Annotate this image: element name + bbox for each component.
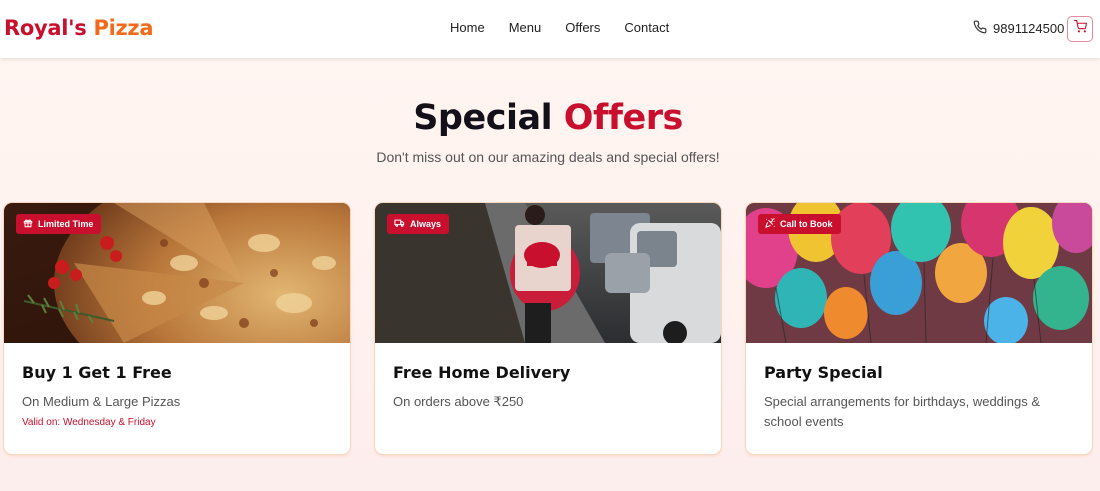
page-title: Special Offers [0, 98, 1096, 138]
offer-title: Buy 1 Get 1 Free [22, 363, 172, 382]
phone-icon [973, 20, 987, 37]
badge-always: Always [387, 214, 450, 234]
offer-description: On Medium & Large Pizzas [22, 394, 181, 409]
title-main: Special [413, 98, 553, 138]
badge-limited-time: Limited Time [16, 214, 102, 234]
offer-title: Party Special [764, 363, 883, 382]
site-header: Royal's Pizza Home Menu Offers Contact 9… [0, 0, 1100, 58]
brand-name-part1: Royal's [4, 16, 87, 40]
cart-button[interactable] [1067, 16, 1093, 42]
party-popper-icon [765, 218, 775, 230]
offer-description: On orders above ₹250 [393, 394, 524, 409]
offer-description: Special arrangements for birthdays, wedd… [764, 394, 1041, 429]
nav-item-contact[interactable]: Contact [624, 20, 669, 35]
gift-icon [23, 218, 33, 230]
badge-label: Limited Time [38, 219, 94, 229]
brand-logo[interactable]: Royal's Pizza [4, 16, 154, 40]
truck-icon [394, 218, 405, 230]
brand-name-part2: Pizza [93, 16, 154, 40]
phone-number: 9891124500 [993, 21, 1065, 36]
page-subtitle: Don't miss out on our amazing deals and … [376, 149, 720, 165]
offer-title: Free Home Delivery [393, 363, 571, 382]
phone-link[interactable]: 9891124500 [973, 20, 1064, 37]
offer-validity: Valid on: Wednesday & Friday [22, 417, 156, 428]
nav-item-menu[interactable]: Menu [509, 20, 542, 35]
cart-icon [1073, 20, 1087, 38]
badge-label: Always [410, 219, 442, 229]
title-accent: Offers [563, 98, 684, 138]
nav-item-home[interactable]: Home [450, 20, 485, 35]
offer-card-delivery[interactable]: Always Free Home Delivery On orders abov… [375, 203, 721, 454]
offer-card-party[interactable]: Call to Book Party Special Special arran… [746, 203, 1092, 454]
badge-call-to-book: Call to Book [758, 214, 841, 234]
main-nav: Home Menu Offers Contact [450, 20, 669, 35]
offer-card-bogo[interactable]: Limited Time Buy 1 Get 1 Free On Medium … [4, 203, 350, 454]
nav-item-offers[interactable]: Offers [565, 20, 600, 35]
badge-label: Call to Book [780, 219, 833, 229]
